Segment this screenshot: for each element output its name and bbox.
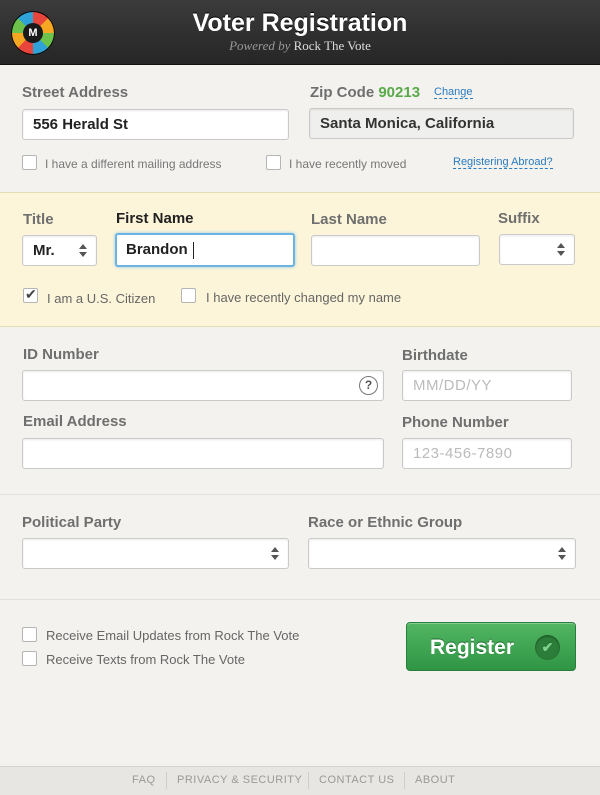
changed-name-label: I have recently changed my name (206, 290, 402, 305)
first-name-input[interactable]: Brandon (115, 233, 295, 267)
title-label: Title (23, 211, 54, 228)
race-label: Race or Ethnic Group (308, 514, 463, 531)
app-header: M Voter Registration Powered by Rock The… (0, 0, 600, 65)
recently-moved-checkbox[interactable] (266, 155, 281, 170)
select-arrows-icon (79, 243, 87, 259)
last-name-input[interactable] (311, 235, 480, 266)
street-address-input[interactable]: 556 Herald St (22, 109, 289, 140)
id-number-label: ID Number (23, 346, 99, 363)
footer-separator (308, 772, 309, 789)
text-caret (192, 241, 194, 259)
select-arrows-icon (557, 242, 565, 258)
footer-link-about[interactable]: ABOUT (415, 774, 455, 786)
texts-label: Receive Texts from Rock The Vote (46, 652, 245, 667)
us-citizen-checkbox[interactable] (23, 286, 38, 303)
birthdate-label: Birthdate (402, 347, 468, 364)
footer-link-contact[interactable]: CONTACT US (319, 774, 395, 786)
title-select-value: Mr. (33, 242, 55, 259)
email-input[interactable] (22, 438, 384, 469)
select-arrows-icon (558, 546, 566, 562)
email-label: Email Address (23, 413, 127, 430)
changed-name-checkbox[interactable] (181, 288, 196, 303)
footer-separator (404, 772, 405, 789)
registering-abroad-link[interactable]: Registering Abroad? (453, 156, 553, 169)
zip-code-value: 90213 (378, 84, 421, 101)
check-circle-icon: ✔ (535, 635, 560, 660)
political-party-select[interactable] (22, 538, 289, 569)
select-arrows-icon (271, 546, 279, 562)
phone-placeholder: 123-456-7890 (413, 445, 513, 462)
powered-by: Powered by Rock The Vote (0, 38, 600, 54)
register-button-label: Register (430, 636, 515, 659)
section-divider (0, 494, 600, 495)
last-name-label: Last Name (311, 211, 387, 228)
us-citizen-label: I am a U.S. Citizen (47, 291, 156, 306)
powered-by-text: Powered by (229, 38, 291, 53)
email-updates-checkbox[interactable] (22, 627, 37, 642)
phone-input[interactable]: 123-456-7890 (402, 438, 572, 469)
first-name-value: Brandon (126, 241, 188, 258)
brand-name: Rock The Vote (293, 38, 371, 53)
different-mailing-label: I have a different mailing address (45, 157, 222, 171)
email-updates-label: Receive Email Updates from Rock The Vote (46, 628, 300, 643)
texts-checkbox[interactable] (22, 651, 37, 666)
page-title: Voter Registration (192, 9, 408, 37)
footer-link-faq[interactable]: FAQ (132, 774, 156, 786)
id-number-input[interactable]: ? (22, 370, 384, 401)
zip-code-label: Zip Code 90213 (310, 84, 420, 101)
title-select[interactable]: Mr. (22, 235, 97, 266)
city-state-field: Santa Monica, California (309, 108, 574, 139)
street-address-label: Street Address (22, 84, 129, 101)
footer-separator (166, 772, 167, 789)
register-button[interactable]: Register ✔ (406, 622, 576, 671)
recently-moved-label: I have recently moved (289, 157, 407, 171)
birthdate-placeholder: MM/DD/YY (413, 377, 492, 394)
zip-change-link[interactable]: Change (434, 86, 473, 99)
phone-label: Phone Number (402, 414, 509, 431)
different-mailing-checkbox[interactable] (22, 155, 37, 170)
help-icon[interactable]: ? (359, 376, 378, 395)
suffix-select[interactable] (499, 234, 575, 265)
zip-code-label-text: Zip Code (310, 84, 375, 101)
section-divider (0, 599, 600, 600)
footer-link-privacy[interactable]: PRIVACY & SECURITY (177, 774, 302, 786)
birthdate-input[interactable]: MM/DD/YY (402, 370, 572, 401)
footer: FAQ PRIVACY & SECURITY CONTACT US ABOUT (0, 766, 600, 795)
suffix-label: Suffix (498, 210, 540, 227)
race-select[interactable] (308, 538, 576, 569)
first-name-label: First Name (116, 210, 194, 227)
political-party-label: Political Party (22, 514, 122, 531)
